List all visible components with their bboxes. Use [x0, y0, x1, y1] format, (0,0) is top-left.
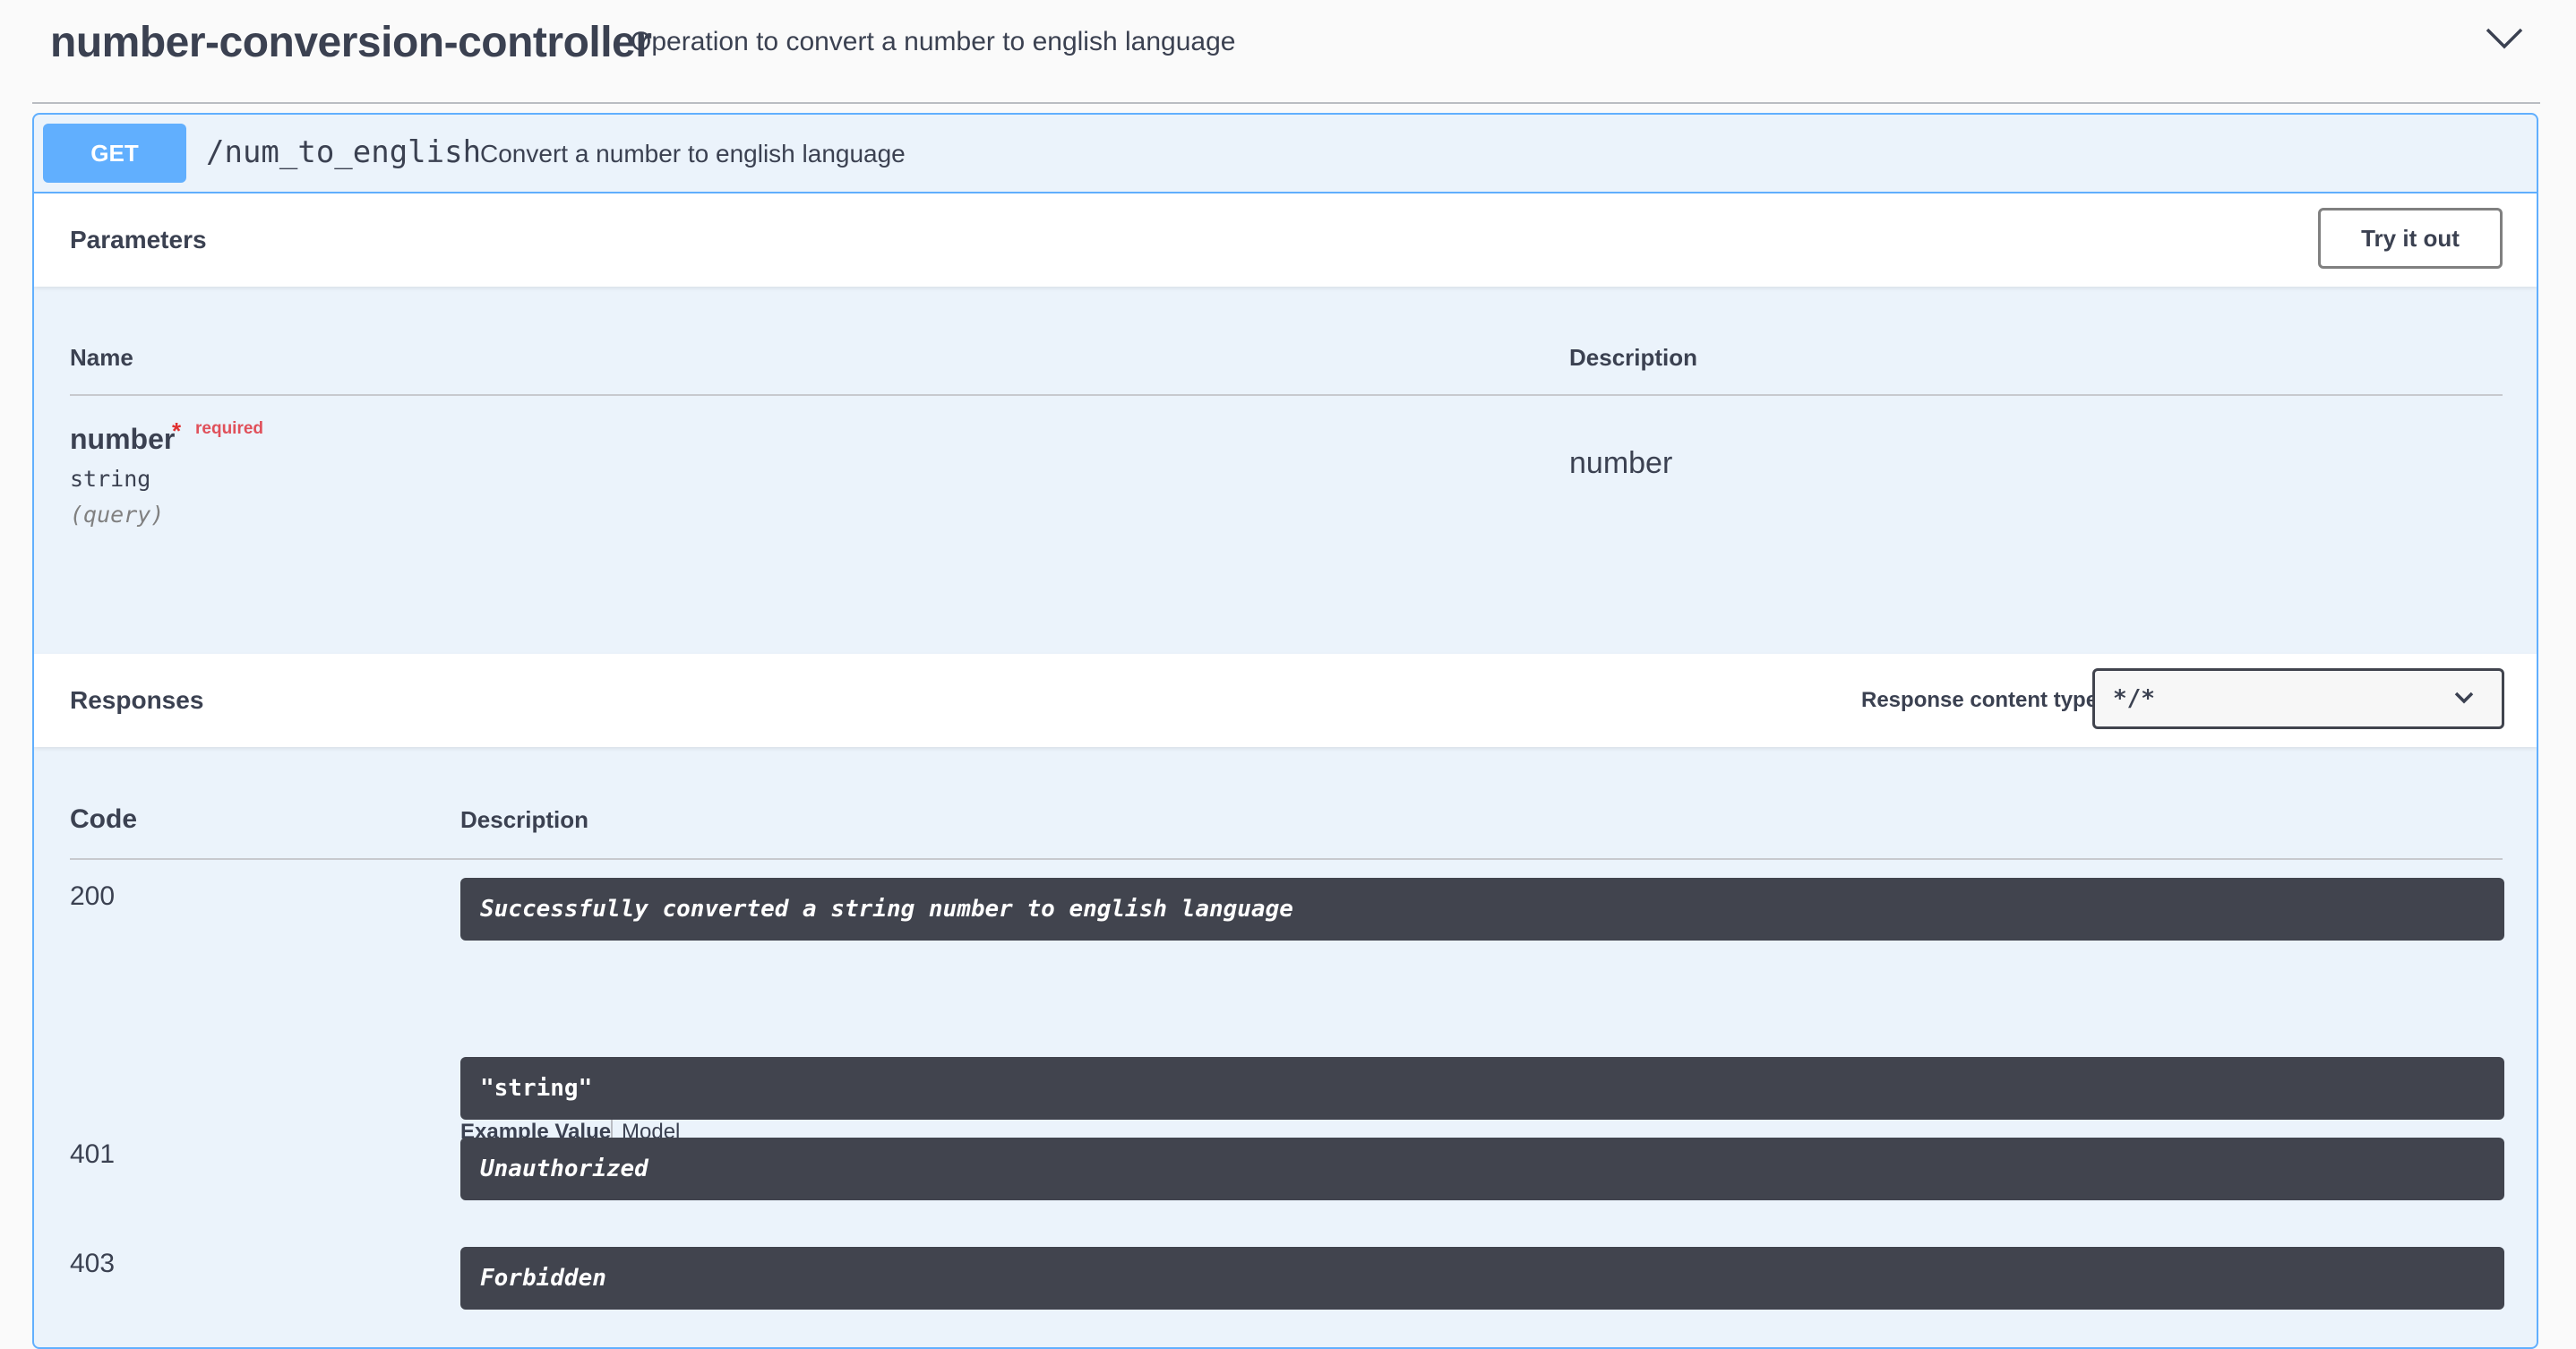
try-it-out-button[interactable]: Try it out: [2318, 208, 2503, 269]
operation-summary-text: Convert a number to english language: [480, 140, 906, 168]
response-content-type-label: Response content type: [1861, 688, 2099, 712]
required-label: required: [195, 419, 264, 438]
param-type: string: [70, 466, 151, 492]
operation-path: /num_to_english: [206, 134, 482, 170]
tag-header[interactable]: number-conversion-controller Operation t…: [32, 0, 2540, 104]
example-value-block: "string": [460, 1057, 2504, 1120]
tag-description: Operation to convert a number to english…: [631, 27, 1236, 56]
chevron-down-icon[interactable]: [2485, 27, 2524, 50]
responses-header: Responses Response content type */*: [34, 654, 2537, 747]
divider: [70, 394, 2503, 396]
response-content-type-select[interactable]: */*: [2092, 668, 2504, 729]
param-description: number: [1569, 446, 1673, 480]
operation-summary[interactable]: GET /num_to_english Convert a number to …: [34, 115, 2537, 193]
param-col-name: Name: [70, 344, 133, 371]
chevron-down-icon: [2454, 692, 2474, 704]
parameters-title: Parameters: [70, 226, 207, 253]
response-code: 401: [70, 1139, 116, 1169]
divider: [70, 858, 2503, 860]
required-star: *: [172, 417, 182, 444]
param-location: (query): [70, 502, 165, 528]
response-code: 200: [70, 881, 116, 911]
response-description: Unauthorized: [460, 1138, 2504, 1200]
responses-title: Responses: [70, 686, 204, 714]
response-col-code: Code: [70, 804, 137, 834]
response-code: 403: [70, 1249, 116, 1278]
tag-title: number-conversion-controller: [50, 19, 652, 66]
operation-block: GET /num_to_english Convert a number to …: [32, 113, 2538, 1349]
response-content-type-value: */*: [2113, 685, 2155, 712]
method-badge: GET: [43, 124, 186, 183]
response-col-description: Description: [460, 806, 589, 833]
response-description: Forbidden: [460, 1247, 2504, 1310]
parameters-header: Parameters Try it out: [34, 193, 2537, 287]
param-col-description: Description: [1569, 344, 1698, 371]
response-description: Successfully converted a string number t…: [460, 878, 2504, 941]
param-name: number: [70, 423, 176, 455]
